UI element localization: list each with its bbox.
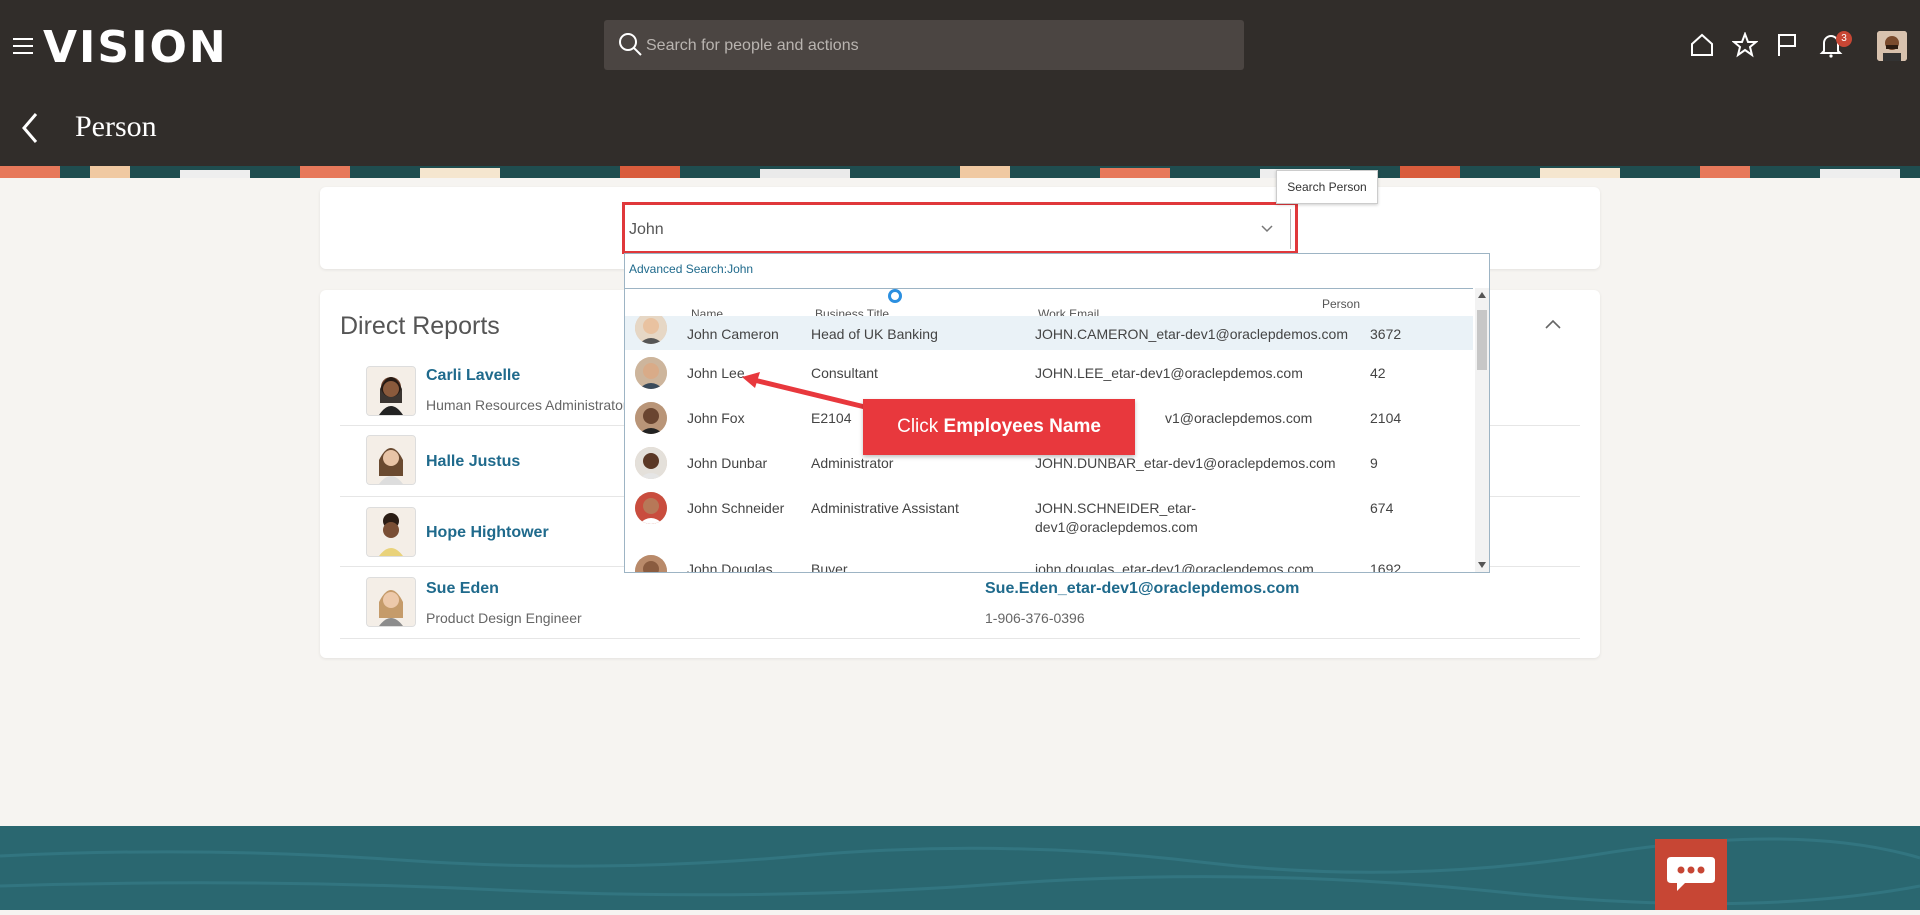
- combobox-divider: [1290, 209, 1291, 249]
- result-number: 42: [1370, 365, 1386, 381]
- result-title: E2104: [811, 410, 852, 426]
- direct-report-name[interactable]: Sue Eden: [426, 580, 499, 598]
- result-email: JOHN.CAMERON_etar-dev1@oraclepdemos.com: [1035, 326, 1348, 342]
- result-title: Administrative Assistant: [811, 500, 959, 516]
- direct-report-phone: 1-906-376-0396: [985, 610, 1085, 626]
- vision-logo[interactable]: VISION: [43, 22, 228, 73]
- decorative-banner: [0, 166, 1920, 178]
- avatar: [635, 492, 667, 524]
- avatar: [635, 316, 667, 344]
- menu-icon[interactable]: [13, 38, 33, 54]
- result-title: Administrator: [811, 455, 894, 471]
- search-icon: [619, 33, 642, 56]
- result-name: John Cameron: [687, 326, 779, 342]
- user-avatar-image: [1877, 31, 1907, 61]
- star-icon[interactable]: [1732, 32, 1758, 58]
- table-row[interactable]: John Schneider Administrative Assistant …: [625, 485, 1473, 541]
- result-email: JOHN.LEE_etar-dev1@oraclepdemos.com: [1035, 365, 1303, 381]
- result-email: v1@oraclepdemos.com: [1165, 410, 1313, 426]
- chat-button[interactable]: [1655, 839, 1727, 910]
- person-search-value: John: [629, 221, 664, 238]
- avatar: [366, 507, 416, 557]
- result-name: John Douglas: [687, 561, 773, 573]
- mouse-cursor-indicator: [888, 289, 902, 303]
- result-number: 1692: [1370, 561, 1402, 573]
- callout-prefix: Click: [897, 416, 944, 437]
- scrollbar-thumb[interactable]: [1477, 310, 1487, 370]
- direct-report-title: Human Resources Administrator: [426, 397, 628, 413]
- tutorial-callout: Click Employees Name: [863, 399, 1135, 455]
- result-number: 674: [1370, 500, 1394, 516]
- home-icon[interactable]: [1689, 32, 1715, 58]
- results-scrollbar[interactable]: [1475, 288, 1489, 572]
- chevron-up-icon[interactable]: [1544, 318, 1562, 330]
- page-title-bar: [0, 94, 1920, 166]
- user-avatar[interactable]: [1877, 31, 1907, 61]
- result-title: Head of UK Banking: [811, 326, 938, 342]
- result-email: john.douglas_etar-dev1@oraclepdemos.com: [1035, 561, 1314, 573]
- result-number: 2104: [1370, 410, 1402, 426]
- chat-icon: [1667, 857, 1715, 891]
- chevron-down-icon[interactable]: [1261, 223, 1273, 233]
- global-search-input[interactable]: [644, 20, 1238, 72]
- table-row[interactable]: John Douglas Buyer john.douglas_etar-dev…: [625, 548, 1473, 573]
- scroll-up-icon[interactable]: [1478, 292, 1486, 298]
- direct-report-name[interactable]: Carli Lavelle: [426, 367, 520, 385]
- avatar: [635, 447, 667, 479]
- advanced-search-link[interactable]: Advanced Search:John: [629, 262, 753, 276]
- result-number: 3672: [1370, 326, 1402, 342]
- flag-icon[interactable]: [1774, 32, 1800, 58]
- result-email: JOHN.DUNBAR_etar-dev1@oraclepdemos.com: [1035, 455, 1336, 471]
- person-search-combobox[interactable]: John: [622, 202, 1298, 254]
- notification-badge: 3: [1836, 31, 1852, 47]
- result-name[interactable]: John Lee: [687, 365, 745, 381]
- page-title: Person: [75, 110, 157, 143]
- search-person-tooltip: Search Person: [1276, 170, 1378, 204]
- result-name: John Fox: [687, 410, 745, 426]
- result-title: Buyer: [811, 561, 848, 573]
- global-search[interactable]: [604, 20, 1244, 72]
- table-row[interactable]: John Cameron Head of UK Banking JOHN.CAM…: [625, 316, 1473, 350]
- result-name: John Dunbar: [687, 455, 768, 471]
- callout-arrow: [742, 372, 866, 410]
- result-email: JOHN.SCHNEIDER_etar-: [1035, 500, 1197, 516]
- avatar: [366, 366, 416, 416]
- avatar: [635, 357, 667, 389]
- decorative-footer: [0, 826, 1920, 910]
- result-email-continued: dev1@oraclepdemos.com: [1035, 519, 1198, 535]
- direct-report-email[interactable]: Sue.Eden_etar-dev1@oraclepdemos.com: [985, 580, 1299, 598]
- direct-report-row[interactable]: Sue Eden Product Design Engineer Sue.Ede…: [340, 566, 1580, 639]
- scroll-down-icon[interactable]: [1478, 562, 1486, 568]
- direct-report-title: Product Design Engineer: [426, 610, 582, 626]
- direct-reports-title: Direct Reports: [340, 312, 500, 340]
- back-icon[interactable]: [18, 111, 42, 145]
- avatar: [366, 435, 416, 485]
- avatar: [366, 577, 416, 627]
- direct-report-name[interactable]: Hope Hightower: [426, 524, 549, 542]
- result-name: John Schneider: [687, 500, 785, 516]
- avatar: [635, 402, 667, 434]
- avatar: [635, 555, 667, 572]
- callout-bold: Employees Name: [943, 416, 1101, 437]
- result-number: 9: [1370, 455, 1378, 471]
- direct-report-name[interactable]: Halle Justus: [426, 453, 520, 471]
